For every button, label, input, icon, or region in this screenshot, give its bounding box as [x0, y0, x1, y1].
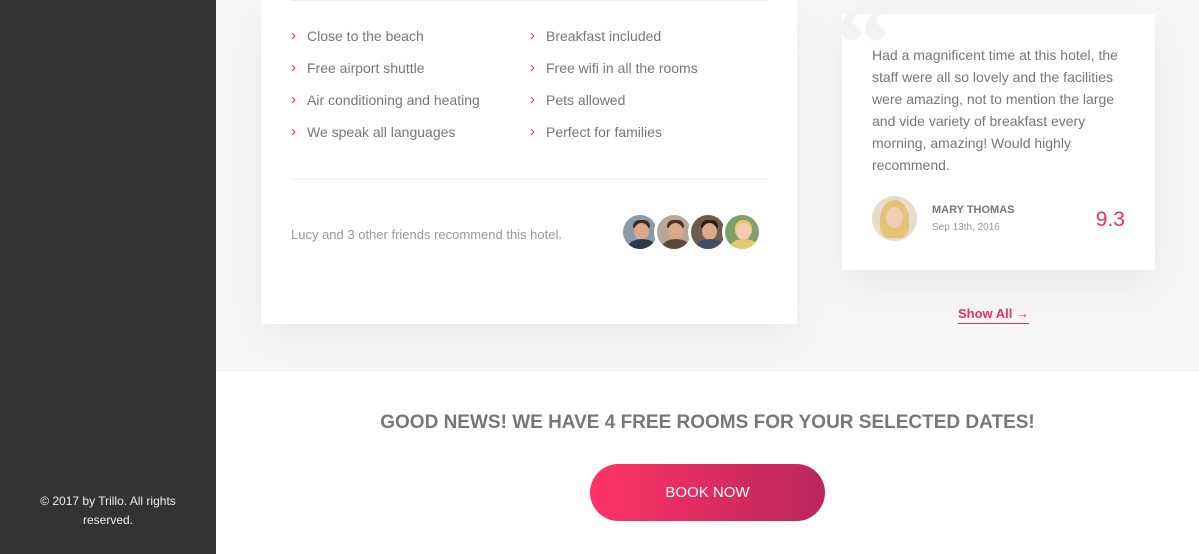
chevron-right-icon: › [291, 27, 296, 44]
recommend-text: Lucy and 3 other friends recommend this … [291, 227, 562, 242]
chevron-right-icon: › [530, 91, 535, 108]
feature-label: Perfect for families [546, 124, 662, 140]
chevron-right-icon: › [291, 123, 296, 140]
feature-item: › Perfect for families [530, 122, 767, 142]
feature-label: We speak all languages [307, 124, 456, 140]
avatar-body [695, 239, 725, 249]
chevron-right-icon: › [530, 59, 535, 76]
book-now-button[interactable]: Book now [590, 464, 825, 521]
feature-label: Breakfast included [546, 28, 662, 44]
avatar-body [627, 239, 657, 249]
feature-item: › Free wifi in all the rooms [530, 58, 767, 78]
friends-avatars [620, 212, 762, 252]
feature-item: › We speak all languages [291, 122, 530, 142]
reviewer-name: Mary Thomas [932, 204, 1015, 216]
friend-avatar[interactable] [722, 212, 762, 252]
sidebar: © 2017 by Trillo. All rights reserved. [0, 0, 216, 554]
main-content: › Close to the beach › Breakfast included … [216, 0, 1199, 554]
chevron-right-icon: › [530, 27, 535, 44]
cta-heading: GOOD NEWS! WE HAVE 4 FREE ROOMS FOR YOUR… [380, 412, 1035, 433]
feature-label: Air conditioning and heating [307, 92, 480, 108]
chevron-right-icon: › [291, 59, 296, 76]
feature-item: › Air conditioning and heating [291, 90, 530, 110]
avatar-face [634, 223, 649, 240]
reviewer-avatar [872, 196, 917, 241]
feature-item: › Pets allowed [530, 90, 767, 110]
show-all-link[interactable]: Show All → [958, 306, 1030, 324]
avatar-body [729, 239, 759, 249]
avatar-face [668, 223, 683, 240]
hotel-detail-section: › Close to the beach › Breakfast included … [216, 0, 1199, 370]
feature-item: › Close to the beach [291, 26, 530, 46]
feature-item: › Free airport shuttle [291, 58, 530, 78]
features-list: › Close to the beach › Breakfast included … [291, 26, 767, 142]
review-card: “ Had a magnificent time at this hotel, … [836, 0, 1155, 270]
chevron-right-icon: › [291, 91, 296, 108]
avatar-body [661, 239, 691, 249]
feature-label: Close to the beach [307, 28, 424, 44]
feature-item: › Breakfast included [530, 26, 767, 46]
copyright-text: © 2017 by Trillo. All rights reserved. [40, 494, 176, 527]
feature-label: Free wifi in all the rooms [546, 60, 698, 76]
chevron-right-icon: › [530, 123, 535, 140]
review-rating: 9.3 [1095, 208, 1125, 231]
divider [291, 179, 767, 180]
avatar-face [736, 223, 751, 240]
divider [291, 0, 767, 1]
feature-label: Free airport shuttle [307, 60, 425, 76]
feature-label: Pets allowed [546, 92, 626, 108]
avatar-face [886, 207, 903, 228]
review-date: Sep 13th, 2016 [932, 222, 1000, 233]
avatar-face [702, 223, 717, 240]
booking-cta-section: GOOD NEWS! WE HAVE 4 FREE ROOMS FOR YOUR… [216, 370, 1199, 554]
review-text: Had a magnificent time at this hotel, th… [872, 47, 1118, 173]
hotel-description-card: › Close to the beach › Breakfast included … [261, 0, 797, 324]
